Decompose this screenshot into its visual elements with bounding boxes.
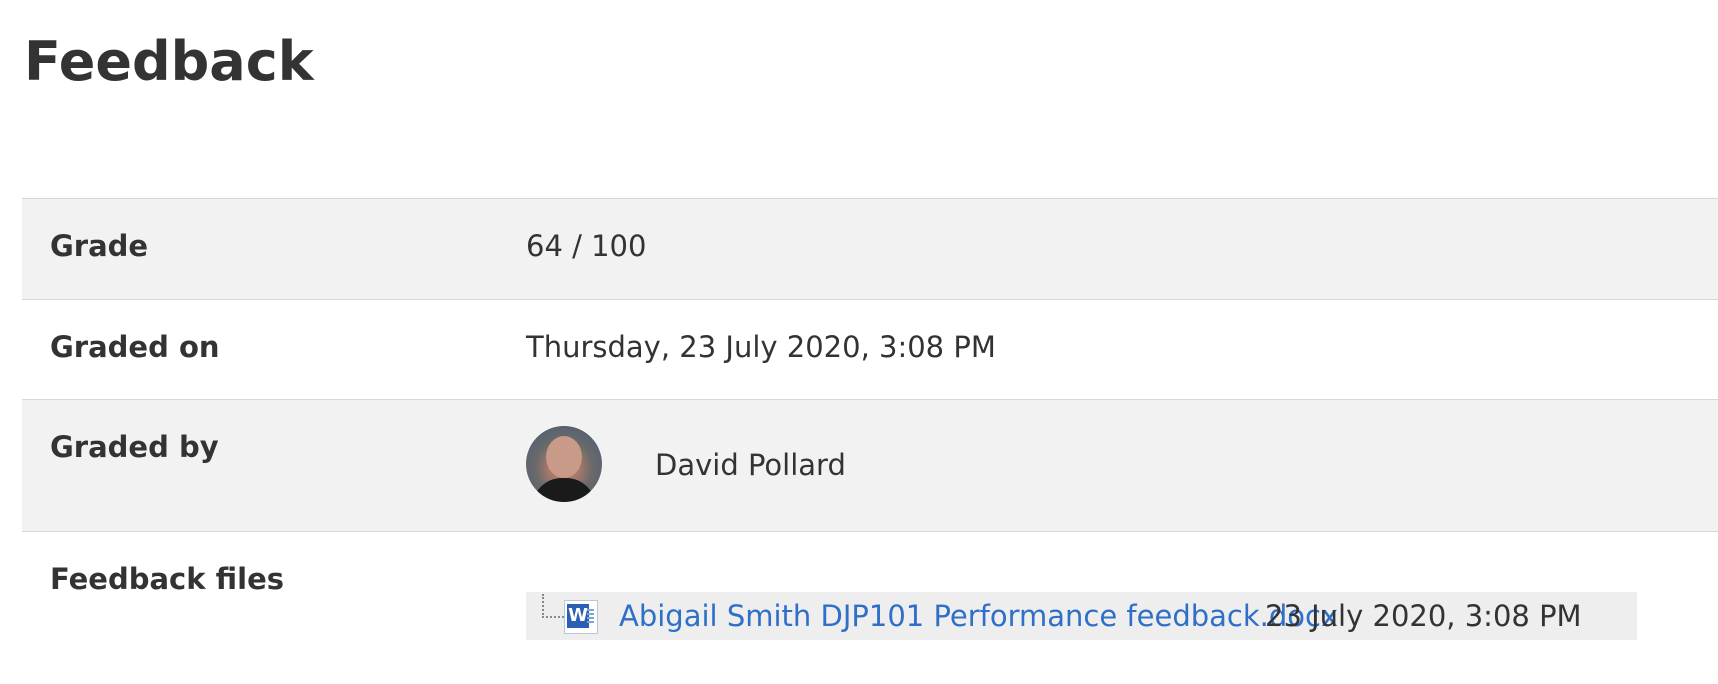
feedback-table: Grade 64 / 100 Graded on Thursday, 23 Ju… <box>22 198 1718 662</box>
graded-by-row: Graded by David Pollard <box>22 399 1718 531</box>
graded-on-label: Graded on <box>50 330 220 364</box>
feedback-file-entry: W Abigail Smith DJP101 Performance feedb… <box>526 592 1637 640</box>
tree-branch-icon <box>542 594 564 618</box>
avatar-head <box>546 436 582 478</box>
grader-avatar[interactable] <box>526 426 602 502</box>
graded-by-label: Graded by <box>50 430 219 464</box>
grade-value: 64 / 100 <box>526 229 647 263</box>
feedback-page: Feedback Grade 64 / 100 Graded on Thursd… <box>0 0 1718 684</box>
grader-name[interactable]: David Pollard <box>655 448 846 482</box>
grade-label: Grade <box>50 229 149 263</box>
feedback-file-link[interactable]: Abigail Smith DJP101 Performance feedbac… <box>619 599 1338 633</box>
page-title: Feedback <box>24 30 314 93</box>
feedback-file-date: 23 July 2020, 3:08 PM <box>1265 599 1582 633</box>
feedback-files-row: Feedback files W Abigail Smith DJP101 Pe… <box>22 531 1718 662</box>
graded-on-row: Graded on Thursday, 23 July 2020, 3:08 P… <box>22 299 1718 399</box>
word-document-icon: W <box>564 600 598 634</box>
avatar-body <box>532 478 596 502</box>
feedback-files-label: Feedback files <box>50 562 284 596</box>
grade-row: Grade 64 / 100 <box>22 198 1718 299</box>
graded-on-value: Thursday, 23 July 2020, 3:08 PM <box>526 330 996 364</box>
